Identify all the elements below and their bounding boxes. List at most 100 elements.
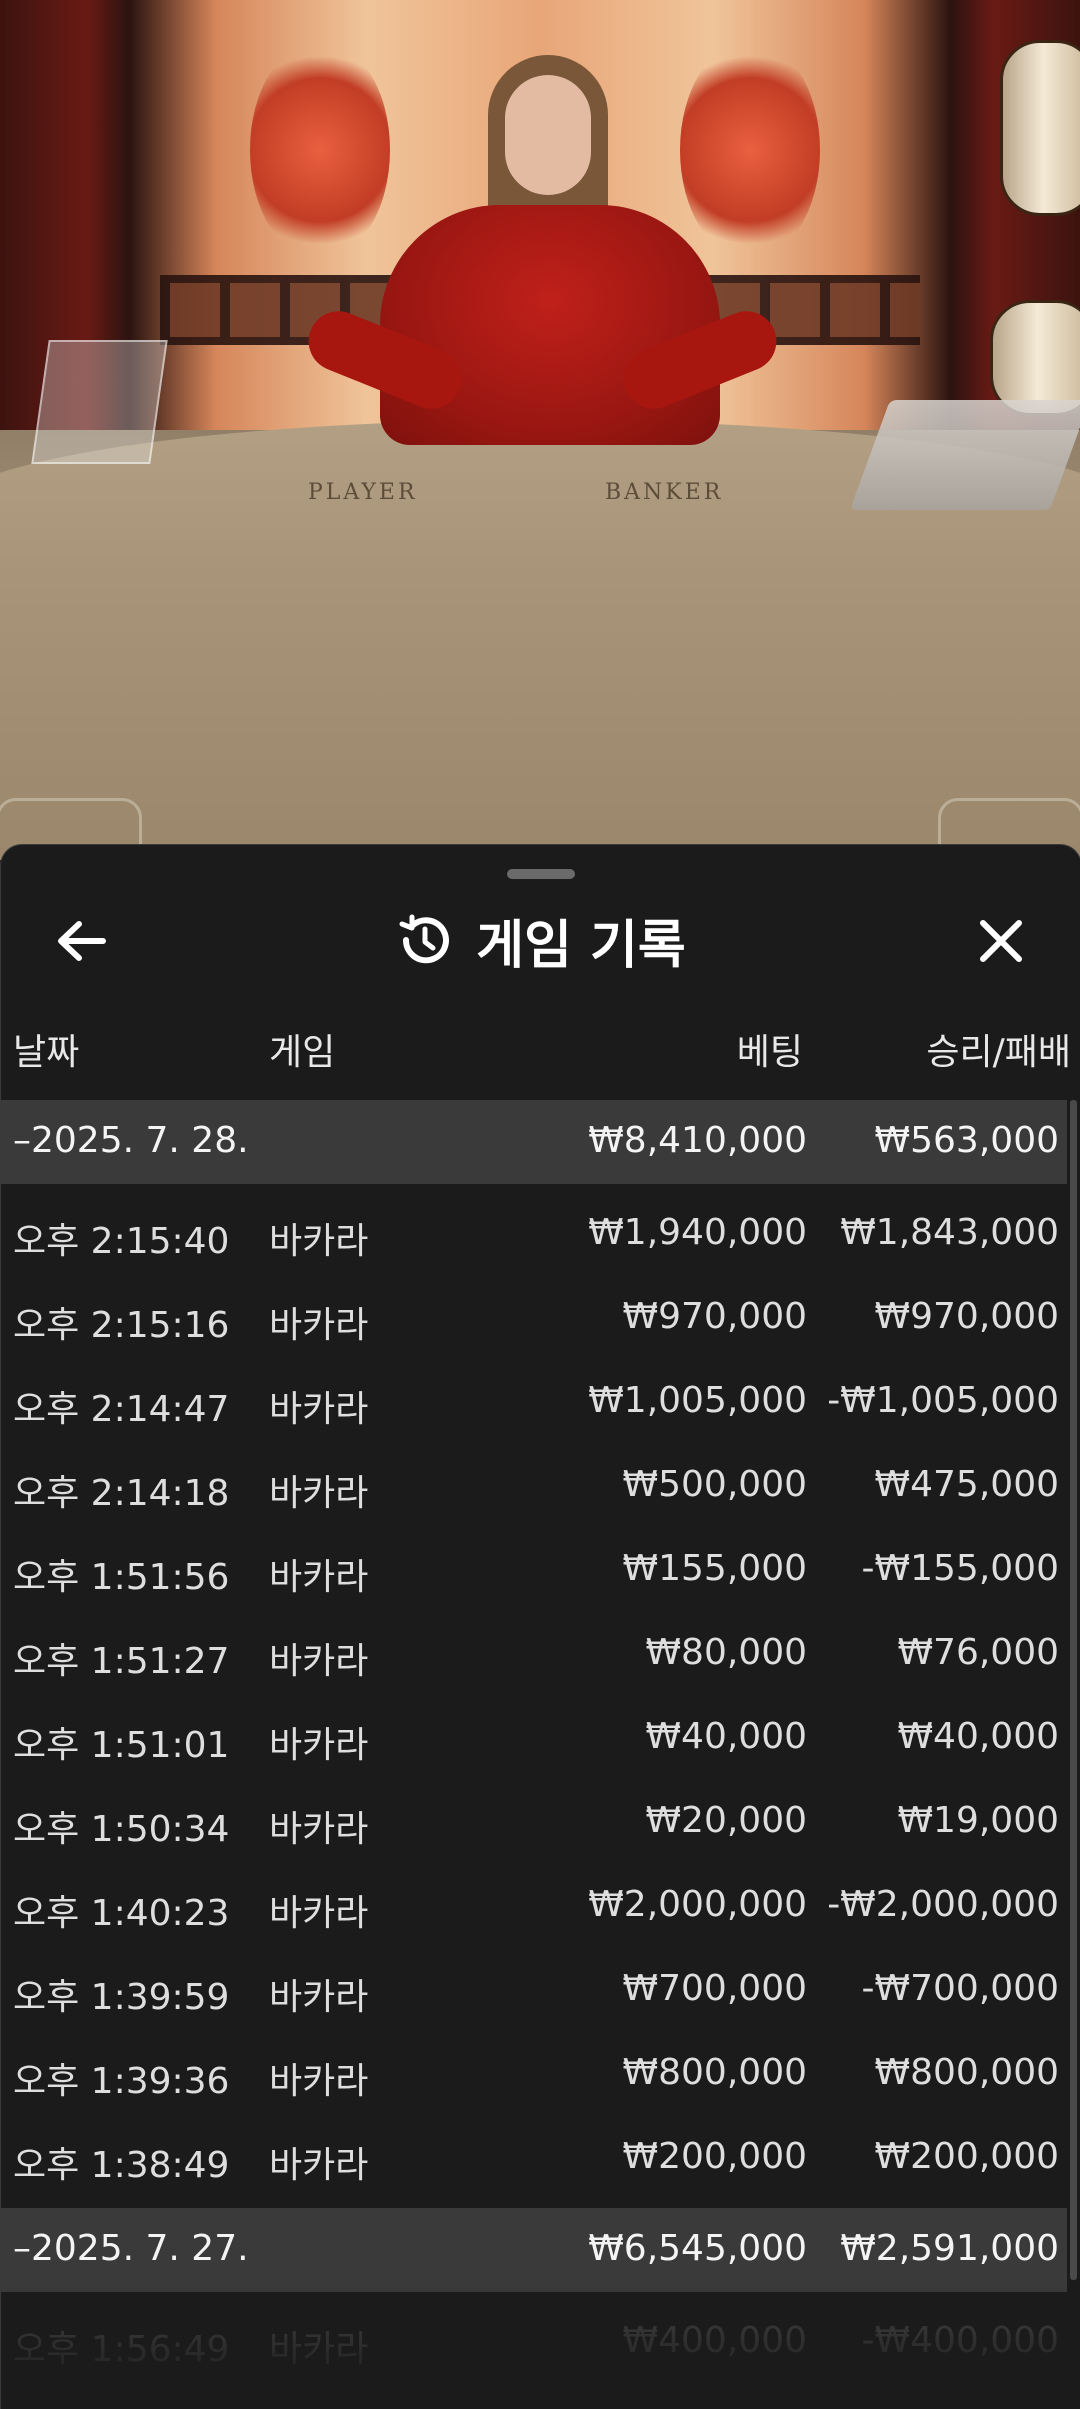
sheet-title-group: 게임 기록 [1, 885, 1080, 995]
row-spacer [1, 1184, 1067, 1192]
row-win-loss: ₩970,000 [874, 1296, 1059, 1337]
discard-tray [31, 340, 168, 464]
table-row[interactable]: 오후 1:40:23 바카라 ₩2,000,000 -₩2,000,000 [1, 1864, 1067, 1948]
row-bet: ₩700,000 [622, 1968, 807, 2009]
row-time: 오후 1:51:27 [13, 1641, 230, 1682]
row-win-loss: ₩475,000 [874, 1464, 1059, 1505]
row-time: 오후 1:56:49 [13, 2329, 230, 2370]
row-game: 바카라 [269, 1725, 369, 1766]
row-game: 바카라 [269, 1557, 369, 1598]
table-row[interactable]: 오후 1:50:34 바카라 ₩20,000 ₩19,000 [1, 1780, 1067, 1864]
lantern-decoration [1000, 40, 1080, 216]
close-icon [980, 920, 1022, 962]
scrollbar[interactable] [1070, 1100, 1077, 2280]
table-row[interactable]: 오후 1:56:49 바카라 ₩400,000 -₩400,000 [1, 2300, 1067, 2384]
row-game: 바카라 [269, 1305, 369, 1346]
table-row[interactable]: 오후 2:15:16 바카라 ₩970,000 ₩970,000 [1, 1276, 1067, 1360]
table-row[interactable]: 오후 1:39:36 바카라 ₩800,000 ₩800,000 [1, 2032, 1067, 2116]
row-bet: ₩970,000 [622, 1296, 807, 1337]
table-row[interactable]: 오후 1:39:59 바카라 ₩700,000 -₩700,000 [1, 1948, 1067, 2032]
row-spacer [1, 2292, 1067, 2300]
page-title: 게임 기록 [476, 915, 686, 976]
row-game: 바카라 [269, 1389, 369, 1430]
row-time: 오후 1:40:23 [13, 1893, 230, 1934]
row-game: 바카라 [269, 1221, 369, 1262]
lantern-decoration [990, 300, 1080, 416]
game-history-sheet: 게임 기록 날짜 게임 베팅 승리/패배 –2025. 7. 28. ₩8,410… [0, 844, 1080, 2409]
blossom-decoration [250, 40, 390, 260]
row-bet: ₩2,000,000 [588, 1884, 807, 1925]
row-win-loss: ₩1,843,000 [840, 1212, 1059, 1253]
date-group-row[interactable]: –2025. 7. 28. ₩8,410,000 ₩563,000 [1, 1100, 1067, 1184]
row-spacer [1, 2200, 1067, 2208]
row-win-loss: ₩200,000 [874, 2136, 1059, 2177]
column-header-win-loss: 승리/패배 [926, 1032, 1071, 1073]
row-bet: ₩20,000 [645, 1800, 807, 1841]
blossom-decoration [680, 40, 820, 260]
table-row[interactable]: 오후 1:51:01 바카라 ₩40,000 ₩40,000 [1, 1696, 1067, 1780]
row-win-loss: ₩19,000 [897, 1800, 1059, 1841]
row-game: 바카라 [269, 1641, 369, 1682]
row-time: 오후 1:50:34 [13, 1809, 230, 1850]
group-date: –2025. 7. 27. [13, 2228, 249, 2269]
column-header-date: 날짜 [13, 1032, 80, 1073]
row-game: 바카라 [269, 1893, 369, 1934]
row-win-loss: ₩76,000 [897, 1632, 1059, 1673]
row-bet: ₩400,000 [622, 2320, 807, 2361]
table-row[interactable]: 오후 2:14:18 바카라 ₩500,000 ₩475,000 [1, 1444, 1067, 1528]
row-game: 바카라 [269, 2145, 369, 2186]
date-group-row[interactable]: –2025. 7. 27. ₩6,545,000 ₩2,591,000 [1, 2208, 1067, 2292]
row-time: 오후 2:14:18 [13, 1473, 230, 1514]
row-time: 오후 2:15:40 [13, 1221, 230, 1262]
card-shoe [849, 400, 1080, 510]
row-win-loss: -₩1,005,000 [827, 1380, 1059, 1421]
row-time: 오후 1:38:49 [13, 2145, 230, 2186]
row-game: 바카라 [269, 1473, 369, 1514]
row-win-loss: -₩700,000 [861, 1968, 1059, 2009]
row-bet: ₩1,940,000 [588, 1212, 807, 1253]
group-bet-total: ₩6,545,000 [588, 2228, 807, 2269]
group-date: –2025. 7. 28. [13, 1120, 249, 1161]
table-label-player: PLAYER [308, 480, 418, 505]
row-win-loss: -₩2,000,000 [827, 1884, 1059, 1925]
row-time: 오후 2:14:47 [13, 1389, 230, 1430]
row-win-loss: ₩40,000 [897, 1716, 1059, 1757]
table-row[interactable]: 오후 1:38:49 바카라 ₩200,000 ₩200,000 [1, 2116, 1067, 2200]
history-list[interactable]: –2025. 7. 28. ₩8,410,000 ₩563,000 오후 2:15:4… [1, 1100, 1067, 2384]
row-bet: ₩500,000 [622, 1464, 807, 1505]
row-game: 바카라 [269, 1809, 369, 1850]
table-row[interactable]: 오후 2:14:47 바카라 ₩1,005,000 -₩1,005,000 [1, 1360, 1067, 1444]
history-icon [399, 914, 450, 964]
sheet-header: 게임 기록 [1, 885, 1080, 995]
row-win-loss: -₩155,000 [861, 1548, 1059, 1589]
table-label-banker: BANKER [605, 480, 724, 505]
row-bet: ₩800,000 [622, 2052, 807, 2093]
row-win-loss: -₩400,000 [861, 2320, 1059, 2361]
row-bet: ₩155,000 [622, 1548, 807, 1589]
row-time: 오후 1:51:56 [13, 1557, 230, 1598]
live-dealer-video: PLAYER BANKER [0, 0, 1080, 860]
close-button[interactable] [961, 901, 1041, 981]
group-win-total: ₩563,000 [874, 1120, 1059, 1161]
dealer-face [505, 75, 591, 195]
group-win-total: ₩2,591,000 [840, 2228, 1059, 2269]
row-time: 오후 1:39:59 [13, 1977, 230, 2018]
row-bet: ₩80,000 [645, 1632, 807, 1673]
column-header-bet: 베팅 [736, 1032, 803, 1073]
group-bet-total: ₩8,410,000 [588, 1120, 807, 1161]
table-row[interactable]: 오후 1:51:56 바카라 ₩155,000 -₩155,000 [1, 1528, 1067, 1612]
row-game: 바카라 [269, 1977, 369, 2018]
row-bet: ₩40,000 [645, 1716, 807, 1757]
sheet-drag-handle[interactable] [507, 869, 575, 879]
table-row[interactable]: 오후 2:15:40 바카라 ₩1,940,000 ₩1,843,000 [1, 1192, 1067, 1276]
row-time: 오후 2:15:16 [13, 1305, 230, 1346]
row-win-loss: ₩800,000 [874, 2052, 1059, 2093]
row-game: 바카라 [269, 2061, 369, 2102]
row-time: 오후 1:51:01 [13, 1725, 230, 1766]
table-header: 날짜 게임 베팅 승리/패배 [1, 1023, 1080, 1079]
row-bet: ₩200,000 [622, 2136, 807, 2177]
column-header-game: 게임 [269, 1032, 336, 1073]
row-game: 바카라 [269, 2329, 369, 2370]
row-time: 오후 1:39:36 [13, 2061, 230, 2102]
table-row[interactable]: 오후 1:51:27 바카라 ₩80,000 ₩76,000 [1, 1612, 1067, 1696]
